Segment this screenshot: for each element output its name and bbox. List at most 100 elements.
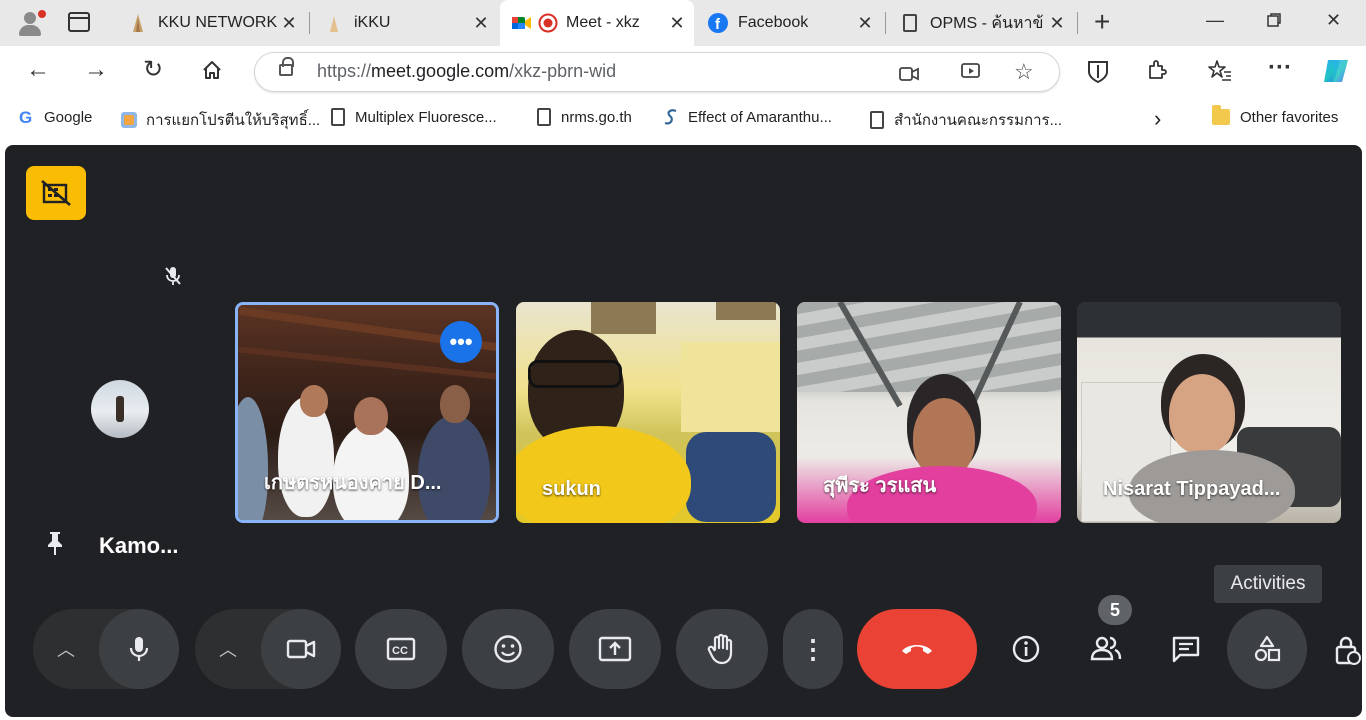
activities-button[interactable] bbox=[1227, 609, 1307, 689]
extensions-icon[interactable] bbox=[1146, 59, 1168, 86]
tab-title: Meet - xkz bbox=[566, 14, 640, 31]
other-favorites-folder[interactable]: Other favorites bbox=[1212, 105, 1339, 126]
close-tab-icon[interactable]: ✕ bbox=[278, 13, 300, 34]
more-options-icon[interactable]: ••• bbox=[440, 321, 482, 363]
meeting-details-icon[interactable] bbox=[1012, 635, 1040, 670]
cast-icon[interactable] bbox=[961, 63, 981, 87]
participant-name: สุพีระ วรแสน bbox=[823, 475, 937, 497]
svg-text:CC: CC bbox=[392, 645, 408, 657]
activities-tooltip: Activities bbox=[1214, 565, 1322, 603]
lock-icon[interactable] bbox=[279, 57, 294, 76]
tab-ikku[interactable]: iKKU ✕ bbox=[312, 4, 498, 42]
document-icon bbox=[868, 111, 886, 129]
participant-tile[interactable]: Nisarat Tippayad... bbox=[1077, 302, 1341, 523]
present-icon bbox=[598, 636, 632, 662]
favorite-label: การแยกโปรตีนให้บริสุทธิ์... bbox=[146, 112, 321, 129]
camera-button[interactable] bbox=[261, 609, 341, 689]
springer-icon bbox=[662, 108, 680, 126]
folder-icon bbox=[1212, 105, 1230, 126]
more-options-button[interactable]: ⋮ bbox=[783, 609, 843, 689]
favorite-amaranthus[interactable]: Effect of Amaranthu... bbox=[662, 108, 832, 126]
favorites-list-icon[interactable] bbox=[1208, 59, 1232, 86]
more-vertical-icon: ⋮ bbox=[800, 634, 826, 664]
reload-icon[interactable]: ↻ bbox=[143, 58, 163, 82]
microphone-icon bbox=[129, 637, 149, 661]
tab-facebook[interactable]: f Facebook ✕ bbox=[696, 4, 882, 42]
close-window-icon[interactable]: ✕ bbox=[1326, 10, 1341, 31]
document-icon bbox=[900, 13, 920, 33]
people-count-badge: 5 bbox=[1098, 595, 1132, 625]
participant-tile[interactable]: สุพีระ วรแสน bbox=[797, 302, 1061, 523]
chevron-up-icon[interactable]: ︿ bbox=[33, 636, 99, 662]
favorite-office-committee[interactable]: สำนักงานคณะกรรมการ... bbox=[868, 108, 1062, 132]
participant-name: เกษตรหนองคาย D... bbox=[264, 472, 442, 494]
favorite-nrms[interactable]: nrms.go.th bbox=[535, 108, 632, 126]
tab-opms[interactable]: OPMS - ค้นหาข้ ✕ bbox=[888, 4, 1074, 42]
tab-title: OPMS - ค้นหาข้ bbox=[930, 14, 1044, 32]
close-tab-icon[interactable]: ✕ bbox=[1046, 13, 1068, 34]
tab-meet[interactable]: Meet - xkz ✕ bbox=[500, 0, 694, 46]
closed-captions-icon: CC bbox=[386, 637, 416, 661]
favorite-google[interactable]: G Google bbox=[18, 108, 92, 126]
reactions-button[interactable] bbox=[462, 609, 554, 689]
emoji-icon bbox=[494, 635, 522, 663]
camera-in-use-icon[interactable] bbox=[899, 64, 919, 87]
minimize-icon[interactable]: — bbox=[1206, 10, 1224, 31]
document-icon bbox=[329, 108, 347, 126]
tab-strip: KKU NETWORK ✕ iKKU ✕ Meet - xkz ✕ f Face… bbox=[0, 0, 1366, 46]
close-tab-icon[interactable]: ✕ bbox=[854, 13, 876, 34]
svg-text:G: G bbox=[19, 108, 32, 126]
chevron-right-icon[interactable]: › bbox=[1154, 106, 1161, 132]
participant-name: Nisarat Tippayad... bbox=[1103, 478, 1281, 500]
favorite-label: nrms.go.th bbox=[561, 108, 632, 126]
avatar bbox=[91, 380, 149, 438]
favorite-protein-purification[interactable]: การแยกโปรตีนให้บริสุทธิ์... bbox=[120, 108, 320, 132]
close-tab-icon[interactable]: ✕ bbox=[666, 13, 688, 34]
tab-title: iKKU bbox=[354, 14, 391, 31]
kku-logo-icon bbox=[128, 13, 148, 33]
forward-icon[interactable]: → bbox=[84, 58, 108, 82]
no-recording-icon bbox=[41, 180, 71, 206]
home-icon[interactable] bbox=[201, 59, 223, 86]
people-icon[interactable] bbox=[1090, 635, 1122, 668]
chat-icon[interactable] bbox=[1171, 635, 1201, 670]
close-tab-icon[interactable]: ✕ bbox=[470, 13, 492, 34]
back-icon[interactable]: ← bbox=[26, 58, 50, 82]
favorite-label: Google bbox=[44, 108, 93, 126]
participant-tile[interactable]: sukun bbox=[516, 302, 780, 523]
captions-button[interactable]: CC bbox=[355, 609, 447, 689]
restore-icon[interactable] bbox=[1266, 12, 1282, 33]
activities-icon bbox=[1254, 635, 1281, 662]
tab-actions-icon[interactable] bbox=[68, 12, 90, 32]
camera-icon bbox=[286, 639, 316, 659]
bitwarden-icon[interactable] bbox=[1087, 60, 1109, 89]
tab-kku-network[interactable]: KKU NETWORK ✕ bbox=[116, 4, 306, 42]
favorites-bar: G Google การแยกโปรตีนให้บริสุทธิ์... Mul… bbox=[0, 98, 1366, 142]
participant-tile[interactable]: ••• เกษตรหนองคาย D... bbox=[235, 302, 499, 523]
google-meet-icon bbox=[512, 13, 532, 33]
raise-hand-button[interactable] bbox=[676, 609, 768, 689]
present-screen-button[interactable] bbox=[569, 609, 661, 689]
leave-call-button[interactable] bbox=[857, 609, 977, 689]
other-favorites-label: Other favorites bbox=[1240, 108, 1339, 126]
meeting-info-badge[interactable] bbox=[26, 166, 86, 220]
favorite-multiplex[interactable]: Multiplex Fluoresce... bbox=[329, 108, 497, 126]
address-bar[interactable]: https://meet.google.com/xkz-pbrn-wid ☆ bbox=[254, 52, 1060, 92]
copilot-icon[interactable] bbox=[1320, 56, 1352, 91]
pinned-participant[interactable]: Kamo... bbox=[45, 530, 178, 562]
meet-stage: Kamo... ••• เกษตรหนองคาย D... sukun สุพี… bbox=[5, 145, 1362, 717]
site-icon bbox=[120, 111, 138, 129]
microphone-button[interactable] bbox=[99, 609, 179, 689]
document-icon bbox=[535, 108, 553, 126]
url-text[interactable]: https://meet.google.com/xkz-pbrn-wid bbox=[317, 61, 616, 82]
more-options-icon[interactable]: ··· bbox=[1268, 56, 1292, 80]
host-controls-icon[interactable] bbox=[1335, 635, 1361, 672]
pin-icon[interactable] bbox=[45, 530, 67, 562]
profile-avatar-icon[interactable] bbox=[14, 8, 46, 38]
chevron-up-icon[interactable]: ︿ bbox=[195, 636, 261, 662]
mic-off-icon bbox=[163, 265, 183, 293]
navigation-bar: ← → ↻ https://meet.google.com/xkz-pbrn-w… bbox=[0, 46, 1366, 98]
favorite-star-icon[interactable]: ☆ bbox=[1014, 59, 1034, 85]
new-tab-icon[interactable]: + bbox=[1094, 8, 1110, 36]
facebook-icon: f bbox=[708, 13, 728, 33]
